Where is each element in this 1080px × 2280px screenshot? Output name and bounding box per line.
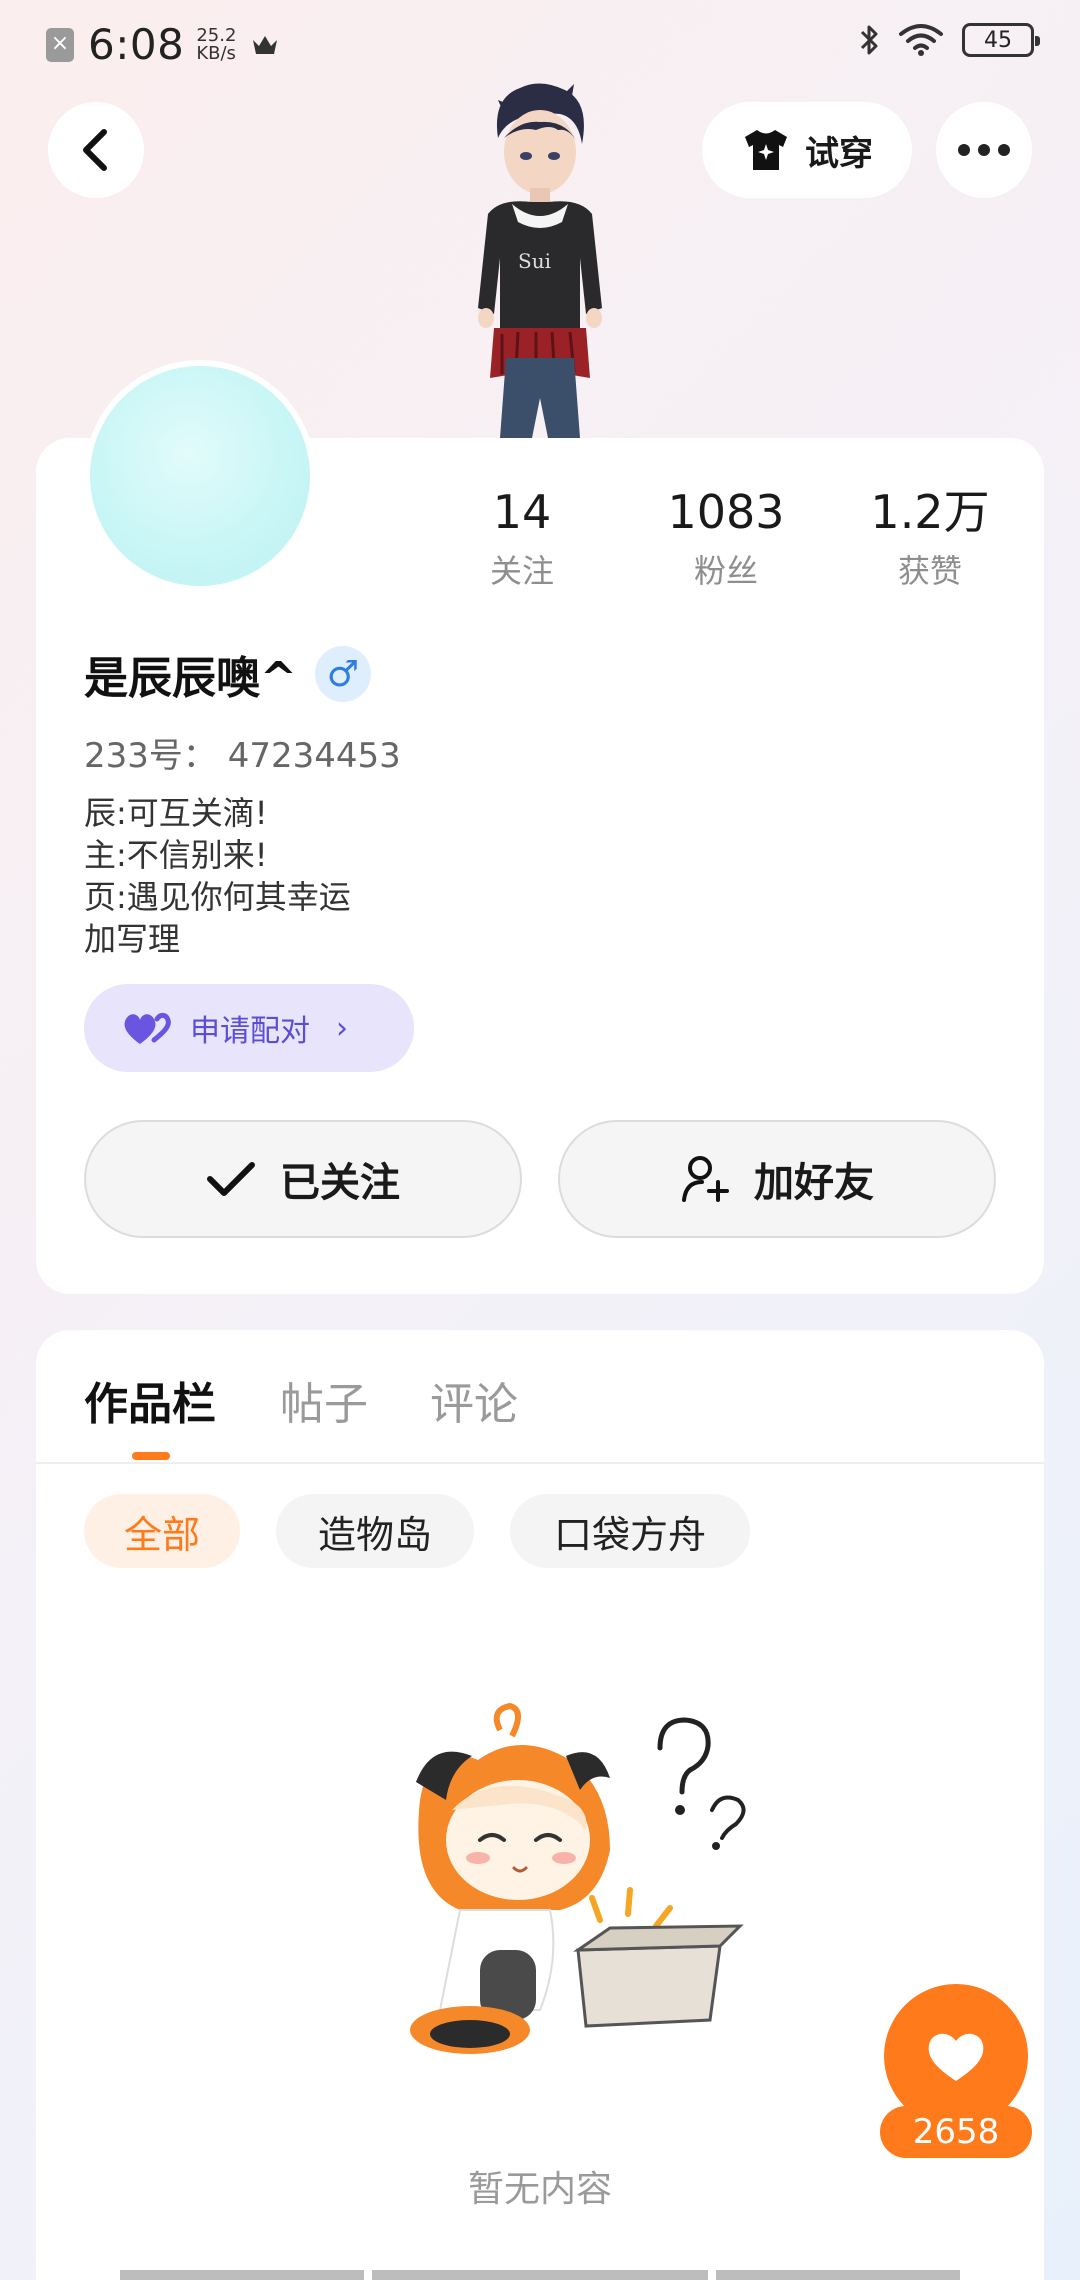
followed-label: 已关注	[280, 1160, 400, 1206]
status-bar: 6:08 25.2 KB/s 45	[0, 0, 1080, 84]
empty-state-illustration	[410, 1702, 746, 2054]
nickname-row: 是辰辰噢^ ♂	[84, 642, 371, 706]
chevron-right-icon: ›	[336, 1010, 348, 1046]
more-icon	[954, 144, 1014, 156]
more-button[interactable]	[936, 102, 1032, 198]
network-speed-unit: KB/s	[196, 42, 236, 64]
stat-following-label: 关注	[489, 552, 554, 590]
tab-works[interactable]: 作品栏	[84, 1368, 216, 1432]
bio-line: 加写理	[84, 920, 181, 958]
pair-request-label: 申请配对	[190, 1014, 310, 1049]
male-icon: ♂	[314, 646, 371, 702]
bio-line: 页:遇见你何其幸运	[84, 878, 351, 916]
bottom-bar-segment	[120, 2270, 364, 2280]
battery-level: 45	[984, 27, 1012, 53]
bottom-bar-segment	[372, 2270, 708, 2280]
tab-posts[interactable]: 帖子	[280, 1368, 368, 1432]
tab-comments[interactable]: 评论	[430, 1368, 518, 1432]
empty-state-text: 暂无内容	[467, 2169, 612, 2210]
avatar[interactable]	[84, 360, 316, 592]
bottom-bar-segment	[716, 2270, 960, 2280]
bio: 辰:可互关滴! 主:不信别来! 页:遇见你何其幸运 加写理	[84, 792, 351, 960]
tshirt-icon	[745, 130, 787, 170]
chip-all[interactable]: 全部	[84, 1494, 240, 1568]
gender-symbol: ♂	[326, 653, 360, 695]
chip-creation-island[interactable]: 造物岛	[276, 1494, 474, 1568]
followed-button[interactable]: 已关注	[84, 1120, 522, 1238]
crown-icon	[253, 35, 278, 54]
sim-off-icon	[46, 27, 74, 62]
stat-followers-label: 粉丝	[693, 552, 758, 590]
chip-pocket-ark[interactable]: 口袋方舟	[510, 1494, 750, 1568]
tab-divider	[36, 1462, 1044, 1464]
stat-likes-value: 1.2万	[870, 485, 990, 539]
network-speed: 25.2 KB/s	[196, 24, 237, 64]
tab-indicator	[132, 1452, 170, 1460]
stat-followers-value: 1083	[667, 485, 785, 539]
back-icon	[83, 129, 107, 171]
battery-indicator: 45	[962, 23, 1040, 57]
wifi-icon	[899, 24, 943, 56]
add-friend-button[interactable]: 加好友	[558, 1120, 996, 1238]
add-friend-label: 加好友	[754, 1160, 874, 1206]
stat-followers[interactable]: 1083 粉丝	[641, 484, 811, 592]
like-count: 2658	[880, 2106, 1032, 2158]
stat-likes[interactable]: 1.2万 获赞	[845, 484, 1015, 592]
bio-line: 辰:可互关滴!	[84, 794, 268, 832]
heart-icon	[928, 2033, 984, 2081]
bio-line: 主:不信别来!	[84, 836, 268, 874]
back-button[interactable]	[48, 102, 144, 198]
stat-following[interactable]: 14 关注	[437, 484, 607, 592]
svg-text:Sui: Sui	[518, 249, 551, 273]
status-time: 6:08	[88, 20, 185, 69]
tryon-label: 试穿	[805, 133, 873, 174]
check-icon	[207, 1162, 255, 1196]
tryon-button[interactable]: 试穿	[702, 102, 912, 198]
nickname: 是辰辰噢^	[84, 653, 297, 704]
avatar-figure: Sui	[478, 83, 602, 438]
double-heart-icon	[124, 1012, 171, 1044]
stat-likes-label: 获赞	[897, 552, 962, 590]
bluetooth-icon	[860, 25, 878, 55]
add-user-icon	[682, 1156, 729, 1202]
network-speed-value: 25.2	[196, 24, 237, 46]
stat-following-value: 14	[492, 485, 552, 539]
pair-request-button[interactable]: 申请配对 ›	[84, 984, 414, 1072]
user-id: 233号： 47234453	[84, 736, 401, 776]
